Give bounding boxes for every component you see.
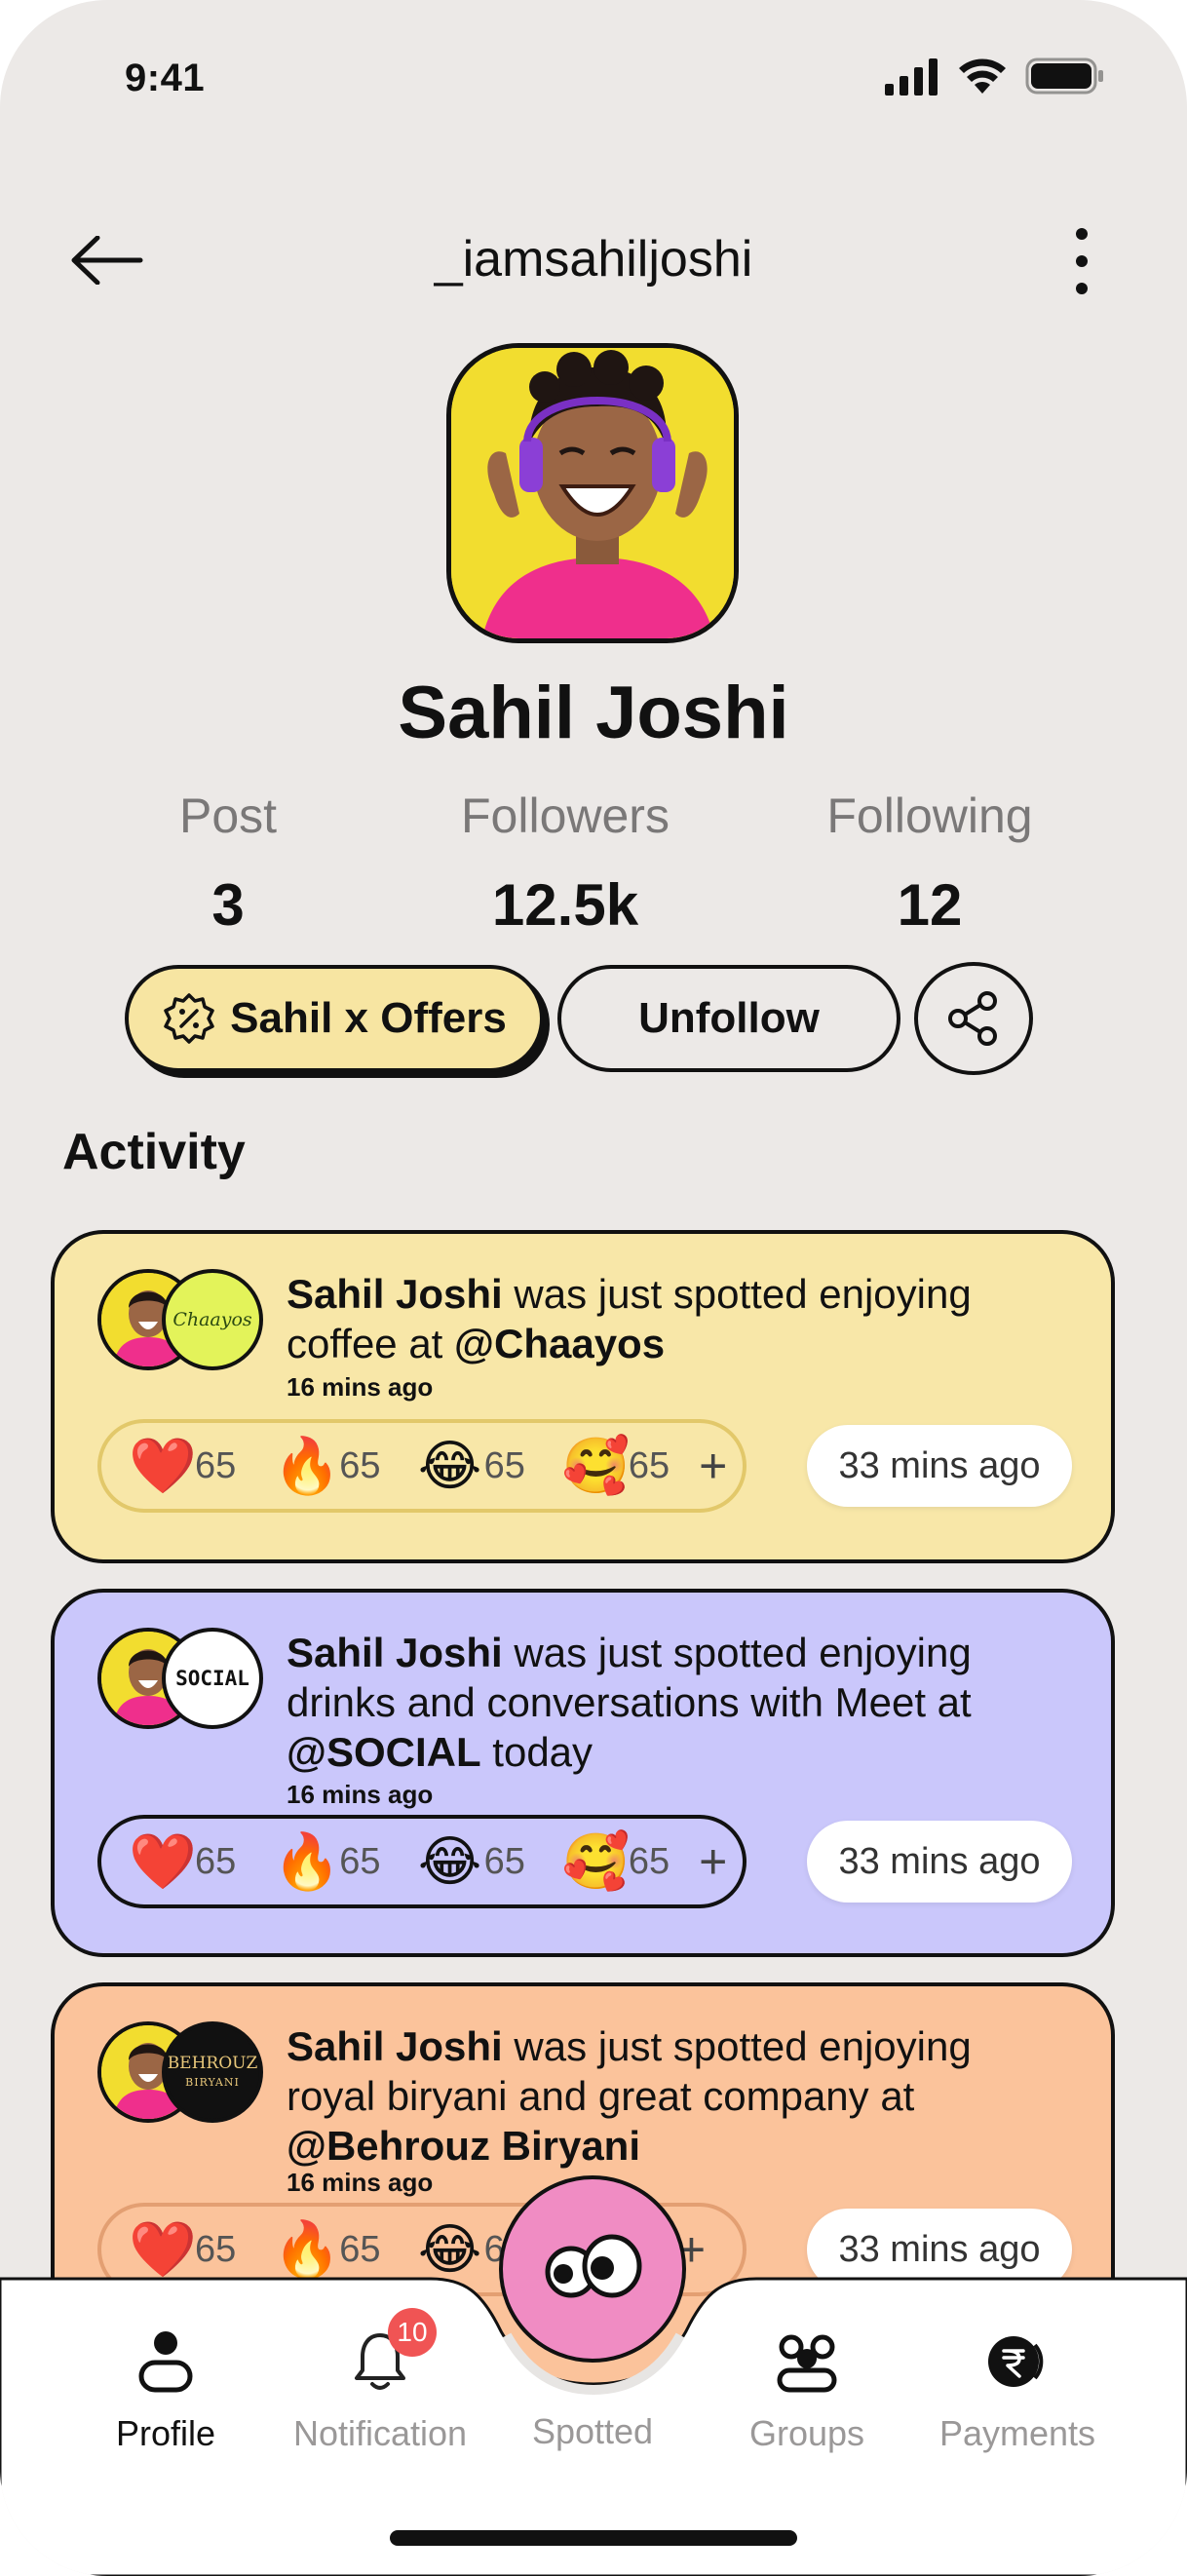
page-title: _iamsahiljoshi — [434, 231, 753, 288]
smiling-hearts-icon: 🥰 — [561, 1830, 631, 1892]
activity-text: Sahil Joshi was just spotted enjoying dr… — [287, 1630, 972, 1775]
battery-icon — [1025, 58, 1103, 95]
nav-label: Payments — [938, 2413, 1096, 2453]
brand-logo: Chaayos — [162, 1269, 263, 1370]
wifi-icon — [959, 58, 1006, 94]
stat-value: 3 — [211, 872, 245, 938]
reaction-fire[interactable]: 🔥 65 — [273, 1439, 380, 1493]
phone-screen: 9:41 _iamsahiljoshi Sahil Joshi Post 3 F… — [0, 0, 1187, 2576]
fire-icon: 🔥 — [273, 2218, 342, 2280]
posted-time: 16 mins ago — [287, 1780, 434, 1809]
share-icon — [948, 991, 997, 1046]
heart-icon: ❤️ — [129, 2218, 197, 2280]
brand-logo-text: SOCIAL — [175, 1667, 249, 1690]
activity-card[interactable]: Chaayos Sahil Joshi was just spotted enj… — [51, 1230, 1115, 1563]
unfollow-button[interactable]: Unfollow — [557, 965, 900, 1072]
place-mention[interactable]: @Behrouz Biryani — [287, 2123, 640, 2169]
laughing-icon: 😂 — [417, 1435, 482, 1496]
reaction-laugh[interactable]: 😂65 — [418, 1439, 525, 1493]
brand-logo-subtext: BIRYANI — [185, 2076, 240, 2089]
stat-label: Post — [178, 788, 278, 843]
brand-logo-text: BEHROUZ — [167, 2054, 258, 2073]
googly-eyes-icon — [545, 2234, 642, 2298]
stat-followers[interactable]: Followers 12.5k — [419, 788, 711, 939]
notification-badge: 10 — [388, 2308, 437, 2357]
place-mention[interactable]: @SOCIAL — [287, 1729, 481, 1775]
group-icon — [777, 2334, 837, 2393]
brand-logo: BEHROUZ BIRYANI — [162, 2021, 263, 2123]
reaction-love[interactable]: 🥰 65 — [562, 1439, 670, 1493]
reaction-laugh[interactable]: 😂65 — [418, 1834, 525, 1889]
laughing-icon: 😂 — [417, 2218, 482, 2280]
reaction-love[interactable]: 🥰 65 — [562, 1834, 670, 1889]
person-with-headphones-illustration — [451, 348, 734, 638]
stat-posts[interactable]: Post 3 — [82, 788, 374, 939]
time-pill: 33 mins ago — [807, 1821, 1072, 1903]
nav-label: Notification — [292, 2413, 468, 2453]
stat-label: Followers — [461, 788, 670, 843]
reaction-heart[interactable]: ❤️ 65 — [129, 1439, 236, 1493]
heart-icon: ❤️ — [129, 1830, 197, 1892]
activity-text: Sahil Joshi was just spotted enjoying ro… — [287, 2023, 972, 2169]
nav-label-spotted: Spotted — [531, 2411, 654, 2451]
card-avatars: BEHROUZ BIRYANI — [97, 2021, 263, 2123]
user-icon — [138, 2331, 193, 2393]
nav-label: Groups — [748, 2413, 865, 2453]
discount-badge-icon — [164, 993, 214, 1044]
cellular-signal-icon — [885, 58, 938, 96]
card-avatars: Chaayos — [97, 1269, 263, 1370]
activity-text: Sahil Joshi was just spotted enjoying co… — [287, 1271, 972, 1366]
add-reaction-button[interactable]: + — [699, 1833, 727, 1890]
stat-label: Following — [826, 788, 1033, 843]
reaction-fire[interactable]: 🔥 65 — [273, 1834, 380, 1889]
stat-following[interactable]: Following 12 — [784, 788, 1076, 939]
fire-icon: 🔥 — [273, 1435, 342, 1496]
stat-value: 12 — [897, 872, 963, 938]
reaction-heart[interactable]: ❤️ 65 — [129, 2222, 236, 2277]
nav-label: Profile — [115, 2413, 216, 2453]
activity-card[interactable]: SOCIAL Sahil Joshi was just spotted enjo… — [51, 1589, 1115, 1957]
nav-groups[interactable]: Groups — [700, 2316, 914, 2454]
fire-icon: 🔥 — [273, 1830, 342, 1892]
activity-section-title: Activity — [62, 1124, 246, 1180]
nav-notification[interactable]: 10 Notification — [273, 2308, 487, 2454]
share-button[interactable] — [914, 962, 1033, 1075]
nav-profile[interactable]: Profile — [58, 2316, 273, 2454]
time-pill: 33 mins ago — [807, 1425, 1072, 1507]
posted-time: 16 mins ago — [287, 1372, 434, 1402]
profile-name: Sahil Joshi — [398, 672, 789, 754]
brand-logo: SOCIAL — [162, 1628, 263, 1729]
profile-avatar — [446, 343, 739, 643]
nav-payments[interactable]: Payments — [910, 2316, 1125, 2454]
posted-time: 16 mins ago — [287, 2168, 434, 2197]
reaction-heart[interactable]: ❤️ 65 — [129, 1834, 236, 1889]
status-icons — [885, 57, 1105, 96]
card-avatars: SOCIAL — [97, 1628, 263, 1729]
laughing-icon: 😂 — [417, 1830, 482, 1892]
stat-value: 12.5k — [491, 872, 639, 938]
reaction-fire[interactable]: 🔥 65 — [273, 2222, 380, 2277]
reactions-bar: ❤️ 65 🔥 65 😂 65 🥰 65 + — [97, 1815, 747, 1908]
reactions-bar: ❤️ 65 🔥 65 😂 65 🥰 65 + — [97, 1419, 747, 1513]
offers-button[interactable]: Sahil x Offers — [125, 965, 544, 1072]
more-dots-icon — [1076, 228, 1088, 240]
status-time: 9:41 — [125, 57, 206, 99]
brand-logo-text: Chaayos — [172, 1309, 252, 1330]
rupee-coin-icon — [988, 2336, 1044, 2387]
smiling-hearts-icon: 🥰 — [561, 1435, 631, 1496]
place-mention[interactable]: @Chaayos — [454, 1321, 665, 1366]
more-options-button[interactable] — [1062, 222, 1101, 300]
home-indicator — [390, 2530, 797, 2546]
heart-icon: ❤️ — [129, 1435, 197, 1496]
offers-label: Sahil x Offers — [230, 994, 507, 1042]
spotted-button[interactable] — [499, 2175, 686, 2363]
add-reaction-button[interactable]: + — [699, 1438, 727, 1494]
